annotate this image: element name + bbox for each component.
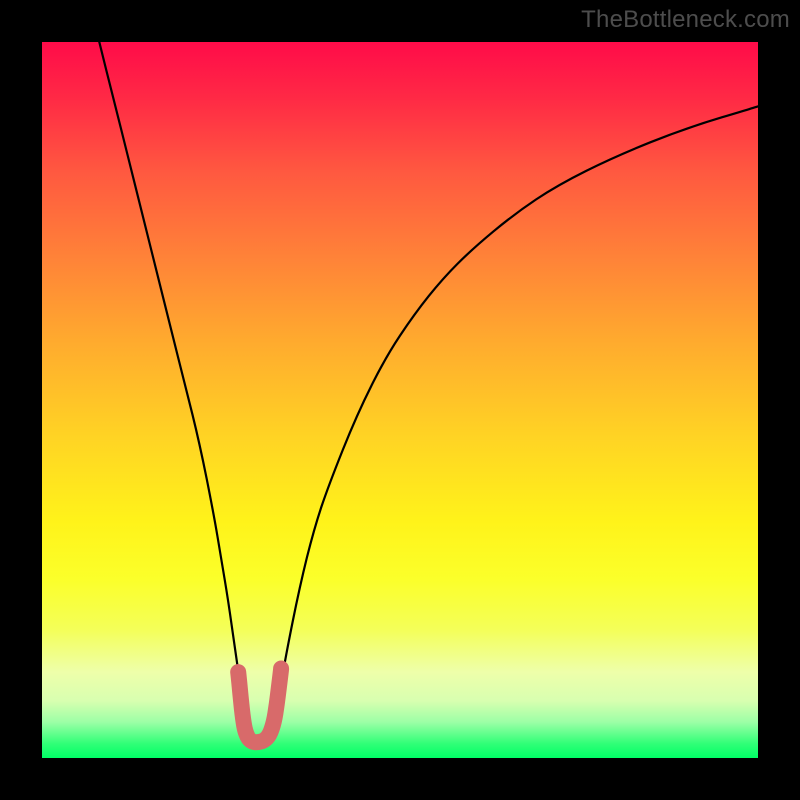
chart-frame: TheBottleneck.com — [0, 0, 800, 800]
bottleneck-highlight — [238, 669, 281, 743]
chart-svg — [42, 42, 758, 758]
bottleneck-curve — [99, 42, 758, 744]
plot-area — [42, 42, 758, 758]
watermark-text: TheBottleneck.com — [581, 6, 790, 34]
